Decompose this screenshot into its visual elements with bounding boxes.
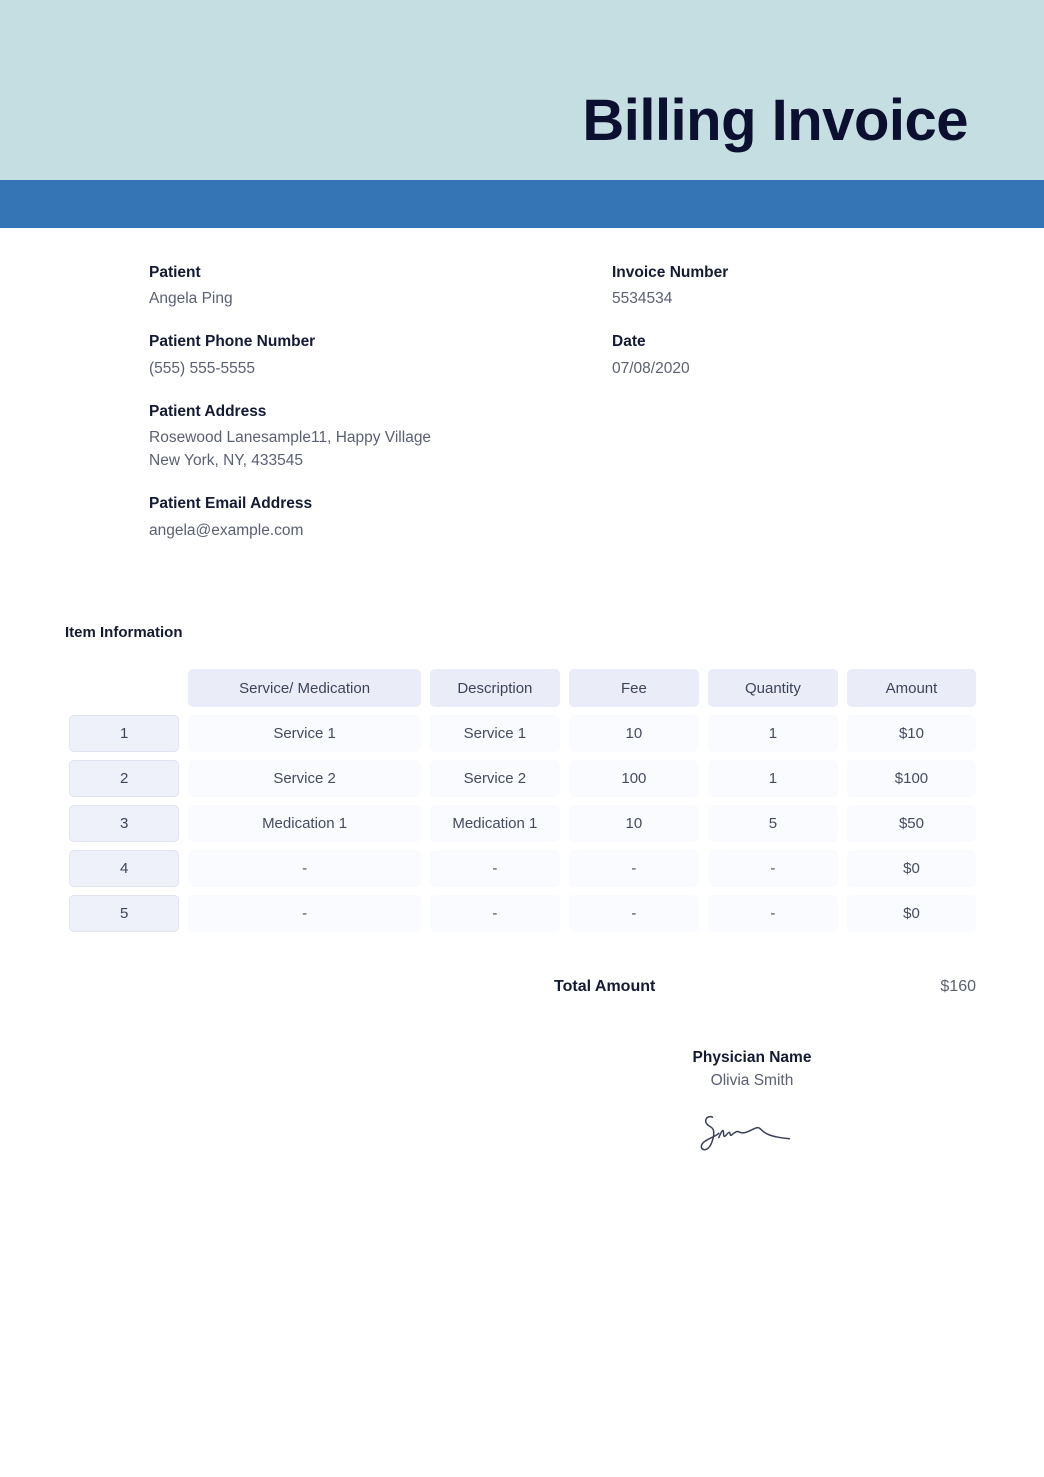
field-value: (555) 555-5555 [149, 359, 255, 377]
row-index-cell[interactable]: 4 [69, 850, 180, 887]
field-patient-address: Patient Address Rosewood Lanesample11, H… [149, 401, 579, 473]
physician-name-value: Olivia Smith [710, 1072, 794, 1089]
service-cell[interactable]: Service 1 [188, 715, 421, 752]
table-row: 4 - - - - $0 [69, 850, 976, 887]
field-value: Angela Ping [149, 290, 233, 308]
amount-cell: $100 [846, 760, 976, 797]
total-amount-value: $160 [940, 978, 976, 995]
total-amount-label: Total Amount [554, 978, 656, 995]
header-cell-fee: Fee [568, 669, 699, 707]
field-invoice-number: Invoice Number 5534534 [612, 262, 992, 311]
description-cell[interactable]: Service 2 [429, 760, 560, 797]
table-header-row: Service/ Medication Description Fee Quan… [69, 669, 976, 707]
field-value: 5534534 [612, 290, 673, 308]
field-value: 07/08/2020 [612, 359, 690, 377]
field-label: Invoice Number [612, 264, 729, 281]
quantity-cell[interactable]: 1 [707, 760, 838, 797]
field-value: Rosewood Lanesample11, Happy Village New… [149, 429, 432, 470]
service-cell[interactable]: - [188, 895, 421, 932]
field-label: Patient Email Address [149, 495, 313, 513]
header-cell-spacer [69, 669, 179, 707]
row-index-cell[interactable]: 5 [69, 895, 180, 932]
table-row: 1 Service 1 Service 1 10 1 $10 [69, 715, 976, 752]
quantity-cell[interactable]: 5 [707, 805, 838, 842]
row-index-cell[interactable]: 3 [69, 805, 180, 842]
amount-cell: $0 [846, 850, 976, 887]
header-cell-amount: Amount [846, 669, 976, 707]
header-cell-service: Service/ Medication [188, 669, 421, 707]
fee-cell[interactable]: - [568, 895, 699, 932]
fee-cell[interactable]: 10 [568, 805, 699, 842]
description-cell[interactable]: - [429, 895, 560, 932]
physician-block: Physician Name Olivia Smith [612, 1049, 892, 1160]
signature-image [612, 1112, 892, 1160]
field-patient-phone-number: Patient Phone Number (555) 555-5555 [149, 331, 579, 380]
field-patient-email-address: Patient Email Address angela@example.com [149, 493, 579, 542]
handwritten-signature-icon [700, 1115, 791, 1151]
quantity-cell[interactable]: - [707, 895, 838, 932]
items-table: Service/ Medication Description Fee Quan… [69, 669, 976, 932]
header-cell-quantity: Quantity [707, 669, 838, 707]
field-value: angela@example.com [149, 521, 304, 539]
field-label: Patient Phone Number [149, 333, 316, 351]
service-cell[interactable]: Service 2 [188, 760, 421, 797]
description-cell[interactable]: Service 1 [429, 715, 560, 752]
header-cell-description: Description [429, 669, 560, 707]
amount-cell: $0 [846, 895, 976, 932]
header-banner: Billing Invoice [0, 0, 1044, 180]
patient-info-column: Patient Angela Ping Patient Phone Number… [149, 262, 579, 543]
fee-cell[interactable]: 100 [568, 760, 699, 797]
accent-divider-bar [0, 180, 1044, 228]
quantity-cell[interactable]: 1 [707, 715, 838, 752]
field-label: Patient Address [149, 402, 267, 420]
service-cell[interactable]: Medication 1 [188, 805, 421, 842]
table-row: 2 Service 2 Service 2 100 1 $100 [69, 760, 976, 797]
physician-name-label: Physician Name [692, 1049, 812, 1066]
fee-cell[interactable]: 10 [568, 715, 699, 752]
description-cell[interactable]: - [429, 850, 560, 887]
invoice-info-column: Invoice Number 5534534 Date 07/08/2020 [612, 262, 992, 381]
description-cell[interactable]: Medication 1 [429, 805, 560, 842]
quantity-cell[interactable]: - [707, 850, 838, 887]
service-cell[interactable]: - [188, 850, 421, 887]
field-patient: Patient Angela Ping [149, 262, 579, 311]
page-title: Billing Invoice [582, 88, 968, 153]
item-information-label: Item Information [65, 624, 183, 641]
total-amount-row: Total Amount $160 [554, 978, 976, 996]
table-row: 5 - - - - $0 [69, 895, 976, 932]
field-label: Patient [149, 264, 201, 281]
row-index-cell[interactable]: 1 [69, 715, 180, 752]
table-row: 3 Medication 1 Medication 1 10 5 $50 [69, 805, 976, 842]
fee-cell[interactable]: - [568, 850, 699, 887]
field-date: Date 07/08/2020 [612, 331, 992, 380]
row-index-cell[interactable]: 2 [69, 760, 180, 797]
amount-cell: $10 [846, 715, 976, 752]
amount-cell: $50 [846, 805, 976, 842]
field-label: Date [612, 333, 646, 351]
